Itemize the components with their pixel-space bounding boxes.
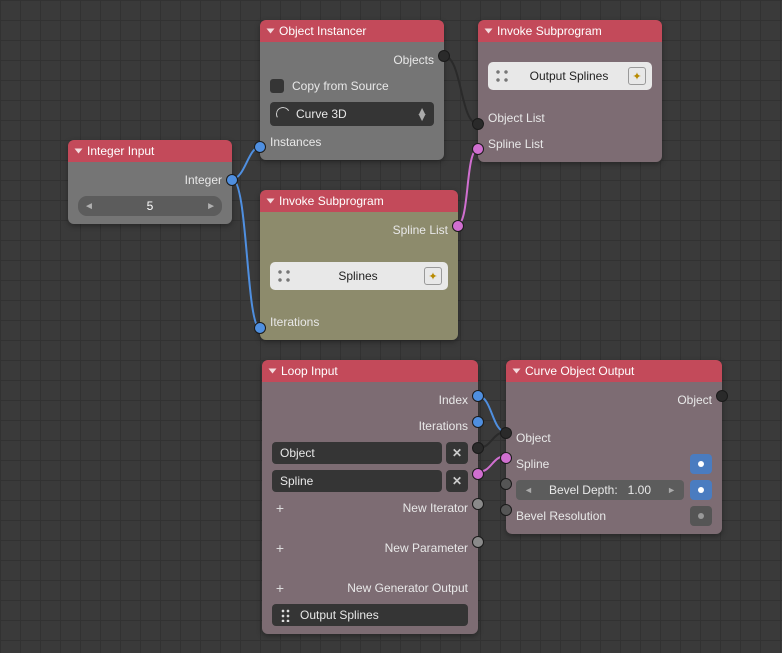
- spline-toggle[interactable]: [690, 454, 712, 474]
- node-title: Invoke Subprogram: [497, 24, 602, 38]
- subprogram-name: Splines: [300, 269, 416, 283]
- bevel-depth-toggle[interactable]: [690, 480, 712, 500]
- new-gen-output-label: New Generator Output: [296, 581, 468, 595]
- socket-instances-in[interactable]: [254, 141, 266, 153]
- node-header[interactable]: Invoke Subprogram: [260, 190, 458, 212]
- curve-icon: [276, 107, 290, 121]
- x-icon: ✕: [452, 446, 462, 460]
- socket-object-out[interactable]: [716, 390, 728, 402]
- output-splines-button[interactable]: Output Splines: [272, 604, 468, 626]
- remove-iterator-button[interactable]: ✕: [446, 470, 468, 492]
- node-title: Integer Input: [87, 144, 154, 158]
- updown-icon: ▲▼: [416, 108, 428, 120]
- increment-icon[interactable]: ►: [667, 485, 676, 495]
- collapse-icon[interactable]: [513, 369, 521, 374]
- new-parameter-label: New Parameter: [296, 541, 468, 555]
- decrement-icon[interactable]: ◄: [524, 485, 533, 495]
- node-integer-input[interactable]: Integer Input Integer ◄ 5 ►: [68, 140, 232, 224]
- copy-from-source-checkbox[interactable]: [270, 79, 284, 93]
- socket-iterations-in[interactable]: [254, 322, 266, 334]
- socket-iterations-out[interactable]: [472, 416, 484, 428]
- socket-objects-out[interactable]: [438, 50, 450, 62]
- subprogram-name: Output Splines: [518, 69, 620, 83]
- node-title: Curve Object Output: [525, 364, 634, 378]
- output-label: Object: [677, 393, 712, 407]
- collapse-icon[interactable]: [75, 149, 83, 154]
- plus-icon[interactable]: +: [272, 540, 288, 556]
- iterator-spline[interactable]: Spline: [272, 470, 442, 492]
- dots-icon: [280, 608, 294, 622]
- collapse-icon[interactable]: [267, 29, 275, 34]
- bevel-depth-field[interactable]: ◄ Bevel Depth: 1.00 ►: [516, 480, 684, 500]
- select-value: Curve 3D: [296, 107, 347, 121]
- dot-icon: [698, 461, 704, 467]
- plus-icon[interactable]: +: [272, 580, 288, 596]
- iterator-object[interactable]: Object: [272, 442, 442, 464]
- input-label: Object List: [488, 111, 545, 125]
- grid-icon: [494, 68, 510, 84]
- plus-icon[interactable]: +: [272, 500, 288, 516]
- output-label: Iterations: [419, 419, 468, 433]
- x-icon: ✕: [452, 474, 462, 488]
- subprogram-selector[interactable]: Splines ✦: [270, 262, 448, 290]
- socket-spline-list-out[interactable]: [452, 220, 464, 232]
- node-object-instancer[interactable]: Object Instancer Objects Copy from Sourc…: [260, 20, 444, 160]
- socket-object-out[interactable]: [472, 442, 484, 454]
- output-label: Index: [439, 393, 468, 407]
- node-loop-input[interactable]: Loop Input Index Iterations Object ✕ Spl…: [262, 360, 478, 634]
- new-iterator-label: New Iterator: [296, 501, 468, 515]
- new-subprogram-icon[interactable]: ✦: [424, 267, 442, 285]
- grid-icon: [276, 268, 292, 284]
- node-header[interactable]: Object Instancer: [260, 20, 444, 42]
- collapse-icon[interactable]: [269, 369, 277, 374]
- socket-spline-in[interactable]: [500, 452, 512, 464]
- input-label: Iterations: [270, 315, 319, 329]
- node-header[interactable]: Curve Object Output: [506, 360, 722, 382]
- collapse-icon[interactable]: [267, 199, 275, 204]
- socket-new-parameter[interactable]: [472, 536, 484, 548]
- socket-object-in[interactable]: [500, 427, 512, 439]
- socket-bevel-res-in[interactable]: [500, 504, 512, 516]
- new-subprogram-icon[interactable]: ✦: [628, 67, 646, 85]
- node-header[interactable]: Invoke Subprogram: [478, 20, 662, 42]
- input-label: Spline: [516, 457, 684, 471]
- socket-bevel-depth-in[interactable]: [500, 478, 512, 490]
- object-type-select[interactable]: Curve 3D ▲▼: [270, 102, 434, 126]
- input-label: Bevel Resolution: [516, 509, 684, 523]
- node-title: Loop Input: [281, 364, 338, 378]
- output-label: Integer: [185, 173, 222, 187]
- socket-object-list-in[interactable]: [472, 118, 484, 130]
- node-curve-object-output[interactable]: Curve Object Output Object Object Spline…: [506, 360, 722, 534]
- remove-iterator-button[interactable]: ✕: [446, 442, 468, 464]
- dot-icon: [698, 487, 704, 493]
- input-label: Instances: [270, 135, 321, 149]
- socket-index-out[interactable]: [472, 390, 484, 402]
- node-header[interactable]: Loop Input: [262, 360, 478, 382]
- input-label: Object: [516, 431, 551, 445]
- node-title: Invoke Subprogram: [279, 194, 384, 208]
- decrement-icon[interactable]: ◄: [84, 201, 94, 212]
- integer-value-slider[interactable]: ◄ 5 ►: [78, 196, 222, 216]
- bevel-depth-label: Bevel Depth:: [549, 483, 618, 497]
- increment-icon[interactable]: ►: [206, 201, 216, 212]
- socket-spline-list-in[interactable]: [472, 143, 484, 155]
- node-title: Object Instancer: [279, 24, 366, 38]
- bevel-depth-value: 1.00: [628, 483, 651, 497]
- output-label: Spline List: [393, 223, 448, 237]
- node-invoke-subprogram-mid[interactable]: Invoke Subprogram Spline List Splines ✦ …: [260, 190, 458, 340]
- socket-spline-out[interactable]: [472, 468, 484, 480]
- dot-icon: [698, 513, 704, 519]
- input-label: Spline List: [488, 137, 543, 151]
- collapse-icon[interactable]: [485, 29, 493, 34]
- output-label: Objects: [393, 53, 434, 67]
- socket-new-iterator[interactable]: [472, 498, 484, 510]
- node-invoke-subprogram-top[interactable]: Invoke Subprogram Output Splines ✦ Objec…: [478, 20, 662, 162]
- node-header[interactable]: Integer Input: [68, 140, 232, 162]
- checkbox-label: Copy from Source: [292, 79, 389, 93]
- integer-value: 5: [147, 199, 154, 213]
- socket-integer-out[interactable]: [226, 174, 238, 186]
- subprogram-selector[interactable]: Output Splines ✦: [488, 62, 652, 90]
- bevel-res-toggle[interactable]: [690, 506, 712, 526]
